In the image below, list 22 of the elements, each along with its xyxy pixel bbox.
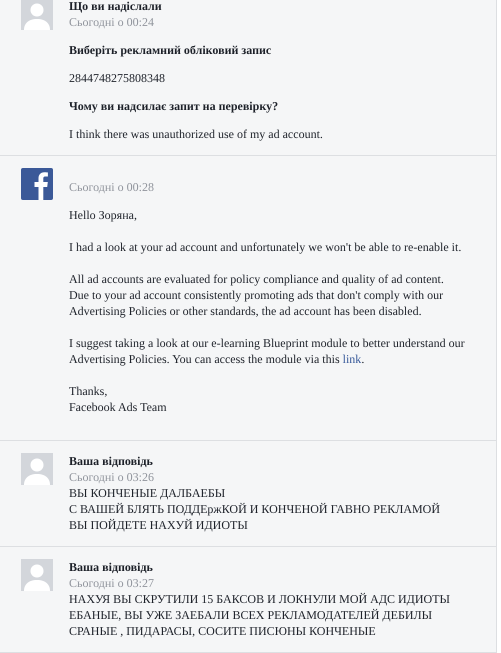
message-text: ВЫ КОНЧЕНЫЕ ДАЛБАЕБЫ С ВАШЕЙ БЛЯТЬ ПОДДЕржКОЙ И КОНЧЕНОЙ ГАВНО РЕКЛАМОЙ ВЫ ПОЙДЕТЕ НАХУЙ ИДИОТЫ [69,485,440,533]
sender-title: Ваша відповідь [69,559,154,575]
facebook-logo-icon [21,168,53,200]
message-text: I think there was unauthorized use of my ad account. [69,126,323,142]
sender-title: Ваша відповідь [69,453,154,469]
sender-title: Що ви надіслали [69,0,163,14]
message-text: Thanks, Facebook Ads Team [69,383,168,415]
timestamp: Сьогодні о 00:28 [69,179,155,195]
message-text: All ad accounts are evaluated for policy compliance and quality of ad content. Due to your ad account consistently promoting ads that don't comply with our Advertising Policies or other standards, the ad account has been disabled. [69,271,445,319]
message-text: 2844748275808348 [69,70,166,86]
form-question: Виберіть рекламний обліковий запис [69,42,272,58]
avatar-icon [21,453,53,485]
link[interactable]: link [342,352,362,366]
message-text: I suggest taking a look at our e-learning Blueprint module to better understand our Advertising Policies. You can access the module via this link. [69,335,465,367]
message-text: НАХУЯ ВЫ СКРУТИЛИ 15 БАКСОВ И ЛОКНУЛИ МОЙ АДС ИДИОТЫ ЕБАНЫЕ, ВЫ УЖЕ ЗАЕБАЛИ ВСЕХ РЕКЛАМОДАТЕЛЕЙ ДЕБИЛЫ СРАНЫЕ , ПИДАРАСЫ, СОСИТЕ ПИСЮНЫ КОНЧЕНЫЕ [69,591,450,639]
message-text: I had a look at your ad account and unfortunately we won't be able to re-enable it. [69,239,462,255]
form-question: Чому ви надсилає запит на перевірку? [69,98,280,114]
timestamp: Сьогодні о 03:26 [69,469,155,485]
avatar-icon [21,559,53,591]
timestamp: Сьогодні о 00:24 [69,14,155,30]
timestamp: Сьогодні о 03:27 [69,575,155,591]
message-text: Hello Зоряна, [69,207,138,223]
